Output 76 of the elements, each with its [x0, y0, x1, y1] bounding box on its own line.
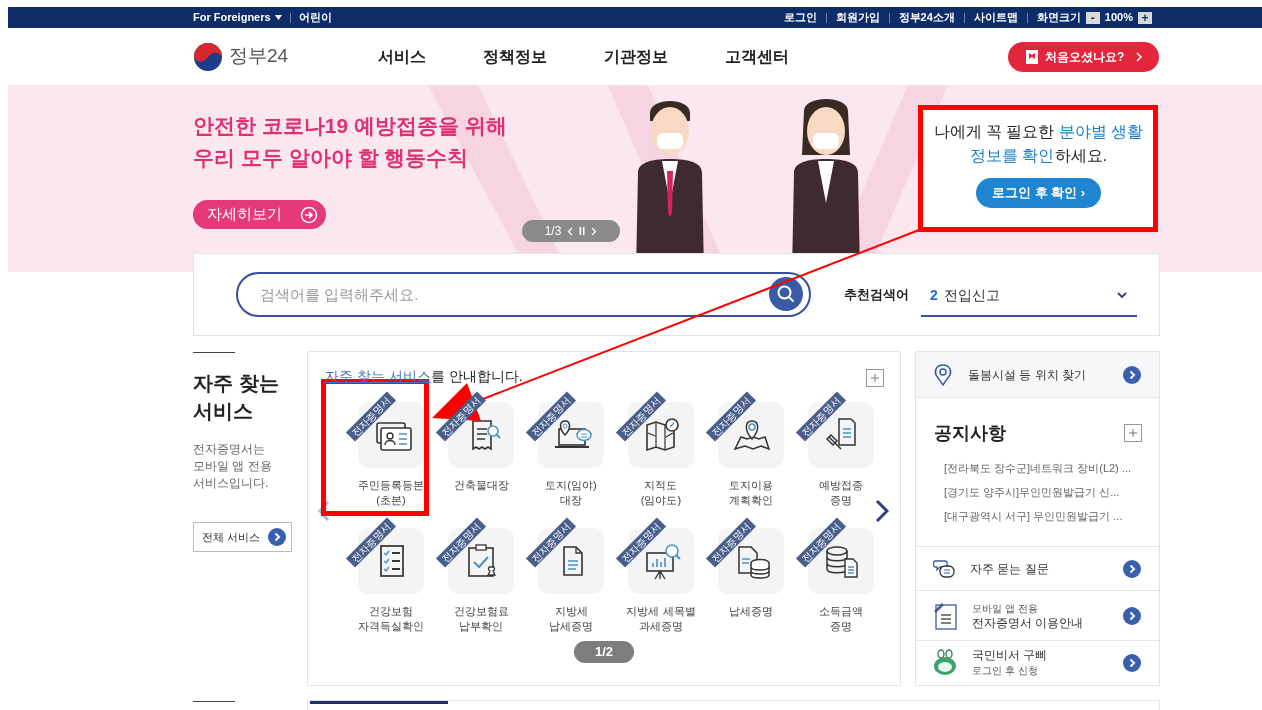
service-label[interactable]: 토지이용 계획확인: [729, 478, 773, 508]
zoom-out-button[interactable]: -: [1085, 11, 1100, 24]
language-dropdown[interactable]: For Foreigners: [193, 9, 282, 26]
top-link[interactable]: 로그인: [783, 9, 817, 26]
notice-item[interactable]: [대구광역시 서구] 무인민원발급기 ...: [944, 507, 1123, 526]
bunny-character-icon: [932, 649, 958, 677]
pause-icon: [579, 227, 586, 235]
service-label[interactable]: 납세증명: [729, 604, 773, 619]
service-label[interactable]: 건축물대장: [453, 478, 509, 493]
arrow-circle-icon: [1123, 606, 1141, 625]
arrow-circle-icon: [268, 528, 287, 546]
service-label[interactable]: 지방세 납세증명: [549, 604, 593, 634]
bookmark-icon: [1026, 49, 1038, 64]
search-field[interactable]: 검색어를 입력해주세요.: [236, 272, 811, 317]
location-link[interactable]: 돌봄시설 등 위치 찾기: [916, 352, 1159, 398]
notice-item[interactable]: [전라북도 장수군]네트워크 장비(L2) ...: [944, 459, 1131, 478]
previous-icon: [567, 226, 574, 236]
service-label[interactable]: 소득금액 증명: [819, 604, 863, 634]
arrow-circle-icon: [1123, 365, 1141, 384]
login-card-text: 나에게 꼭 필요한 분야별 생활 정보를 확인하세요.: [932, 122, 1145, 166]
mobile-guide-link[interactable]: 모바일 앱 전용 전자증명서 이용안내: [916, 591, 1159, 641]
logo-text[interactable]: 정부24: [229, 42, 289, 71]
service-label[interactable]: 예방접종 증명: [819, 478, 863, 508]
keyword-text: 전입신고: [943, 285, 1000, 305]
nav-item[interactable]: 고객센터: [725, 44, 790, 69]
service-label[interactable]: 건강보험 자격득실확인: [358, 604, 424, 634]
details-button[interactable]: 자세히보기: [193, 200, 326, 229]
location-pin-icon: [932, 362, 954, 387]
assistant-link[interactable]: 국민비서 구삐 로그인 후 신청: [916, 641, 1159, 685]
service-label[interactable]: 건강보험료 납부확인: [453, 604, 509, 634]
recommend-dropdown[interactable]: 2 전입신고: [921, 275, 1137, 317]
banner-headline: 우리 모두 알아야 할 행동수칙: [193, 145, 470, 171]
zoom-in-button[interactable]: +: [1138, 11, 1152, 24]
zoom-value: 100%: [1104, 10, 1133, 26]
login-check-button[interactable]: 로그인 후 확인 ›: [975, 178, 1102, 208]
notice-item[interactable]: [경기도 양주시]무인민원발급기 신...: [944, 483, 1120, 502]
banner-headline: 안전한 코로나19 예방접종을 위해: [193, 113, 507, 139]
notice-title: 공지사항: [934, 422, 1006, 445]
arrow-circle-icon: [1123, 654, 1141, 672]
page-indicator: 1/2: [574, 641, 634, 663]
mobile-note: 모바일 앱 전용: [972, 601, 1039, 616]
slide-counter: 1/3: [544, 223, 562, 240]
section-title: 자주 찾는 서비스: [193, 371, 280, 424]
nav-item[interactable]: 정책정보: [483, 44, 548, 69]
nav-item[interactable]: 기관정보: [604, 44, 669, 69]
caret-icon: [274, 15, 282, 20]
service-label[interactable]: 지방세 세목별 과세증명: [626, 604, 696, 634]
certificate-icon: [932, 600, 958, 631]
expand-icon: [1124, 424, 1142, 442]
top-link[interactable]: 회원가입: [835, 9, 880, 26]
next-icon: [591, 226, 598, 236]
section-description: 전자증명서는 모바일 앱 전용 서비스입니다.: [193, 441, 273, 492]
chat-bubbles-icon: [932, 557, 956, 580]
arrow-circle-icon: [1123, 559, 1141, 578]
font-size-label: 화면크기: [1036, 10, 1081, 26]
service-label[interactable]: 토지(임야) 대장: [545, 478, 597, 508]
nav-item[interactable]: 서비스: [378, 44, 427, 69]
rank-number: 2: [930, 285, 938, 305]
top-link[interactable]: 사이트맵: [973, 9, 1018, 26]
service-label[interactable]: 주민등록등본 (초본): [358, 478, 424, 508]
mobile-guide-text: 전자증명서 이용안내: [972, 615, 1084, 631]
expand-icon: [866, 369, 884, 387]
search-icon: [777, 285, 795, 303]
top-link[interactable]: 정부24소개: [898, 9, 955, 26]
chevron-down-icon: [1117, 291, 1127, 299]
assistant-title: 국민비서 구삐: [972, 648, 1048, 663]
recommend-label: 추천검색어: [844, 285, 909, 304]
first-visit-button[interactable]: 처음오셨나요?: [1008, 41, 1159, 72]
top-link[interactable]: 어린이: [298, 9, 332, 26]
service-label[interactable]: 지적도 (임야도): [640, 478, 682, 508]
logo-icon: [193, 41, 223, 72]
assistant-subtitle: 로그인 후 신청: [972, 664, 1039, 678]
all-services-button[interactable]: 전체 서비스: [193, 522, 292, 552]
faq-link[interactable]: 자주 묻는 질문: [916, 547, 1159, 591]
chevron-icon: [1135, 51, 1143, 62]
arrow-circle-icon: [300, 205, 318, 224]
